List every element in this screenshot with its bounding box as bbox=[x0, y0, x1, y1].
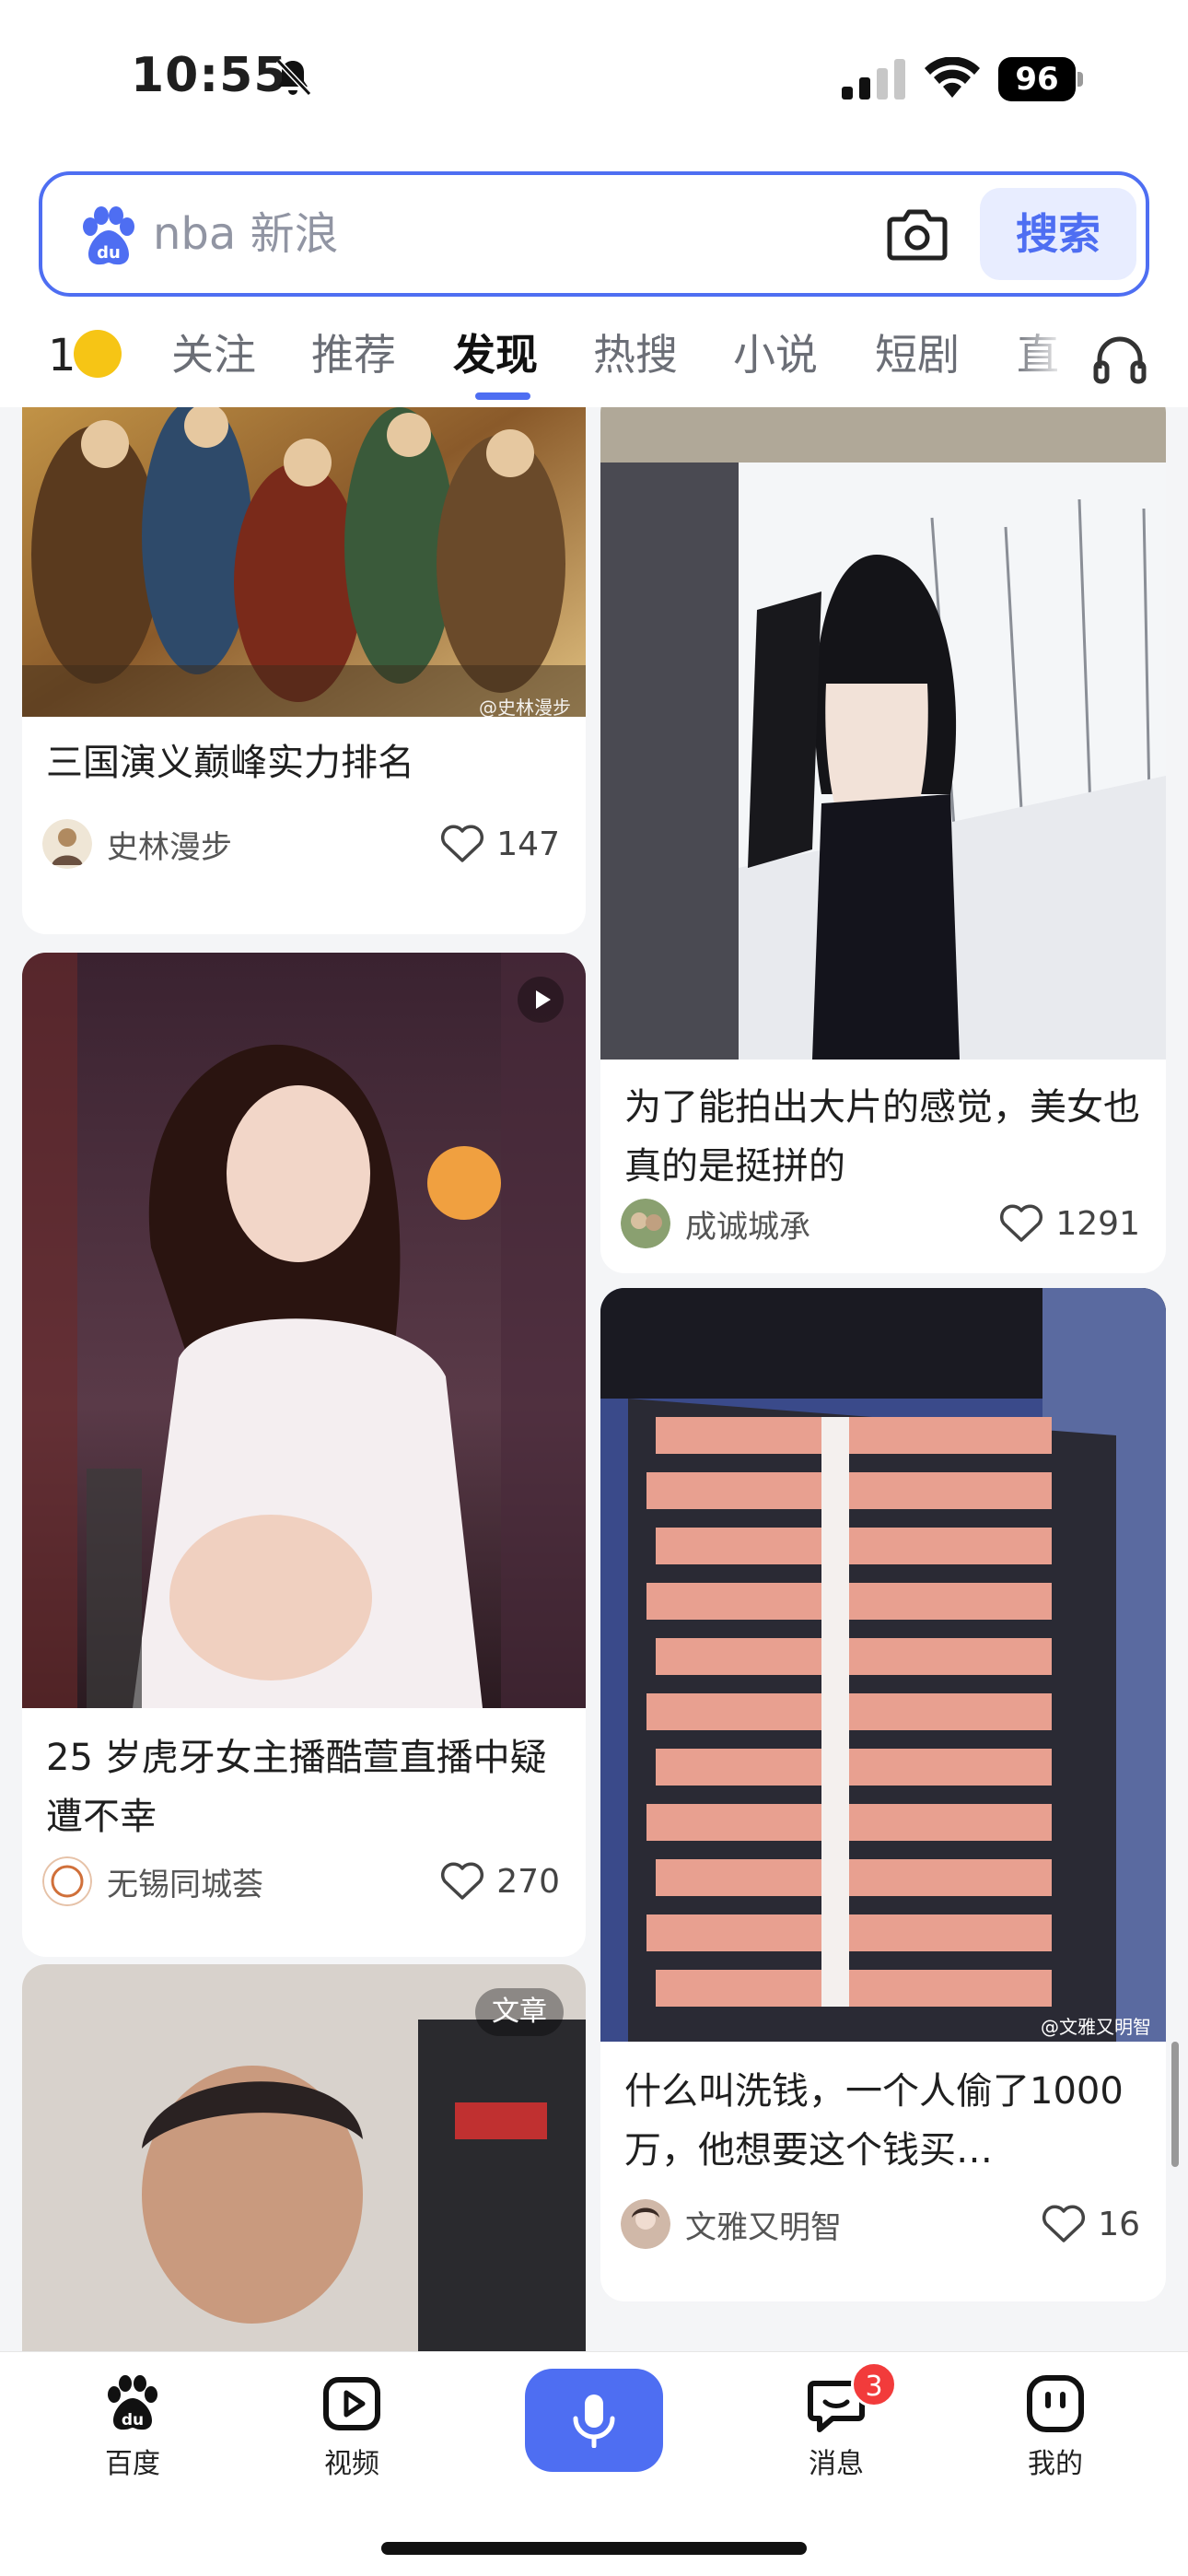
like-button[interactable]: 16 bbox=[1041, 2196, 1140, 2252]
profile-face-icon bbox=[1027, 2375, 1084, 2432]
heart-icon bbox=[441, 1862, 484, 1900]
battery-level: 96 bbox=[998, 57, 1076, 101]
play-icon bbox=[536, 990, 551, 1009]
discover-feed: @史林漫步 三国演义巅峰实力排名 史林漫步 147 25 岁虎牙女主播酷萱直播中… bbox=[0, 407, 1188, 2351]
author-name: 文雅又明智 bbox=[685, 2208, 842, 2246]
bottom-navigation: du 百度 视频 3 消息 我的 bbox=[0, 2351, 1188, 2576]
nav-label: 视频 bbox=[324, 2448, 379, 2480]
nav-messages[interactable]: 3 消息 bbox=[772, 2361, 901, 2481]
card-title[interactable]: 三国演义巅峰实力排名 bbox=[46, 733, 562, 792]
image-watermark: @文雅又明智 bbox=[1041, 2016, 1151, 2038]
tab-follow[interactable]: 关注 bbox=[171, 322, 256, 387]
like-count: 147 bbox=[496, 825, 560, 863]
card-title[interactable]: 什么叫洗钱，一个人偷了1000 万，他想要这个钱买… bbox=[624, 2062, 1140, 2180]
card-author[interactable]: 成诚城承 bbox=[621, 1196, 810, 1251]
feed-card[interactable]: @文雅又明智 什么叫洗钱，一个人偷了1000 万，他想要这个钱买… 文雅又明智 … bbox=[600, 1288, 1166, 2301]
search-bar[interactable]: du nba 新浪 搜索 bbox=[39, 171, 1149, 297]
feed-card[interactable]: 为了能拍出大片的感觉，美女也真的是挺拼的 成诚城承 1291 bbox=[600, 407, 1166, 1273]
heart-icon bbox=[1000, 1204, 1043, 1242]
tab-short-drama[interactable]: 短剧 bbox=[875, 322, 960, 387]
like-count: 1291 bbox=[1055, 1204, 1140, 1243]
card-image bbox=[600, 1288, 1166, 2042]
like-button[interactable]: 270 bbox=[439, 1854, 560, 1909]
wifi-icon bbox=[925, 57, 980, 98]
bell-muted-icon bbox=[275, 58, 312, 97]
nav-video[interactable]: 视频 bbox=[287, 2372, 416, 2481]
author-name: 史林漫步 bbox=[107, 828, 232, 866]
author-avatar bbox=[621, 1199, 670, 1248]
svg-text:du: du bbox=[97, 243, 121, 263]
like-count: 16 bbox=[1098, 2205, 1140, 2243]
author-avatar bbox=[621, 2199, 670, 2249]
scrollbar[interactable] bbox=[1171, 2042, 1179, 2167]
microphone-icon bbox=[573, 2395, 615, 2448]
status-bar: 10:55 96 bbox=[0, 0, 1188, 157]
card-title[interactable]: 25 岁虎牙女主播酷萱直播中疑遭不幸 bbox=[46, 1728, 562, 1846]
card-image bbox=[22, 953, 586, 1708]
cellular-signal-icon bbox=[842, 59, 905, 100]
nav-label: 我的 bbox=[1028, 2448, 1083, 2480]
camera-icon[interactable] bbox=[886, 206, 949, 262]
sun-icon bbox=[74, 330, 122, 378]
card-image bbox=[22, 407, 586, 717]
headphones-icon[interactable] bbox=[1092, 332, 1147, 387]
status-time: 10:55 bbox=[131, 48, 288, 103]
card-title[interactable]: 为了能拍出大片的感觉，美女也真的是挺拼的 bbox=[624, 1078, 1140, 1196]
image-watermark: @史林漫步 bbox=[479, 697, 571, 719]
like-button[interactable]: 1291 bbox=[998, 1196, 1140, 1251]
card-author[interactable]: 史林漫步 bbox=[42, 816, 232, 872]
feed-card[interactable]: @史林漫步 三国演义巅峰实力排名 史林漫步 147 bbox=[22, 407, 586, 934]
baidu-paw-icon: du bbox=[108, 2375, 157, 2430]
nav-label: 消息 bbox=[809, 2448, 864, 2480]
baidu-paw-icon: du bbox=[83, 206, 134, 265]
author-name: 无锡同城荟 bbox=[107, 1866, 263, 1903]
channel-tabs: 1° 关注 推荐 发现 热搜 小说 短剧 直 bbox=[0, 319, 1188, 407]
search-input[interactable]: nba 新浪 bbox=[153, 205, 339, 263]
voice-search-button[interactable] bbox=[525, 2369, 663, 2472]
tab-discover[interactable]: 发现 bbox=[453, 322, 538, 387]
home-indicator bbox=[381, 2542, 807, 2555]
feed-card[interactable]: 25 岁虎牙女主播酷萱直播中疑遭不幸 无锡同城荟 270 bbox=[22, 953, 586, 1957]
nav-me[interactable]: 我的 bbox=[991, 2372, 1120, 2481]
heart-icon bbox=[1042, 2205, 1086, 2242]
tab-recommend[interactable]: 推荐 bbox=[311, 322, 396, 387]
feed-card[interactable]: 文章 bbox=[22, 1964, 586, 2351]
tab-hot-search[interactable]: 热搜 bbox=[593, 322, 678, 387]
like-count: 270 bbox=[496, 1862, 560, 1901]
header: du nba 新浪 搜索 1° 关注 推荐 发现 热搜 小说 短剧 直 bbox=[0, 157, 1188, 407]
svg-text:du: du bbox=[122, 2411, 144, 2430]
nav-home[interactable]: du 百度 bbox=[68, 2372, 197, 2481]
video-play-icon bbox=[323, 2377, 380, 2430]
video-play-badge bbox=[518, 977, 564, 1023]
unread-badge: 3 bbox=[851, 2361, 897, 2407]
nav-label: 百度 bbox=[105, 2448, 160, 2480]
article-badge: 文章 bbox=[475, 1988, 564, 2036]
active-tab-indicator bbox=[475, 392, 530, 400]
author-avatar bbox=[42, 1856, 92, 1906]
search-button[interactable]: 搜索 bbox=[980, 188, 1136, 280]
heart-icon bbox=[441, 825, 484, 862]
author-avatar bbox=[42, 819, 92, 869]
tab-novel[interactable]: 小说 bbox=[733, 322, 818, 387]
battery-icon: 96 bbox=[998, 57, 1083, 101]
card-author[interactable]: 文雅又明智 bbox=[621, 2196, 842, 2252]
like-button[interactable]: 147 bbox=[439, 816, 560, 872]
card-image bbox=[600, 407, 1166, 1060]
author-name: 成诚城承 bbox=[685, 1208, 810, 1246]
card-author[interactable]: 无锡同城荟 bbox=[42, 1854, 263, 1909]
